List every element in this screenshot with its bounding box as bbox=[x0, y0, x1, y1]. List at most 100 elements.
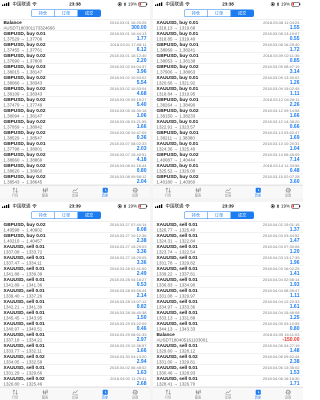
segment-1[interactable]: 订单 bbox=[54, 10, 77, 17]
history-row[interactable]: XAUUSD, buy 0.01 2018.03.13 10:20:31 1324.… bbox=[153, 141, 303, 152]
tab-chart[interactable]: 图表 bbox=[30, 388, 60, 400]
tab-quotes[interactable]: 行情 bbox=[0, 388, 30, 400]
history-row[interactable]: GBPUSD, buy 0.01 2018.03.27 10:12:36 1.402… bbox=[0, 233, 150, 244]
history-row[interactable]: XAUUSD, sell 0.01 2018.04.06 16:18:30 1328… bbox=[153, 376, 303, 387]
history-row[interactable]: XAUUSD, buy 0.01 2018.03.08 13:19:07 1318.… bbox=[153, 31, 303, 42]
tab-history[interactable]: 历史 bbox=[243, 388, 273, 400]
segment-1[interactable]: 订单 bbox=[207, 10, 230, 17]
history-row[interactable]: GBPUSD, buy 0.01 2018.03.13 03:52:47 1.382… bbox=[153, 130, 303, 141]
tab-chart[interactable]: 图表 bbox=[183, 388, 213, 400]
history-row[interactable]: GBPUSD, buy 0.01 2018.03.01 16:44:13 1.375… bbox=[0, 31, 150, 42]
deal-profit: 1.66 bbox=[136, 124, 147, 130]
history-row[interactable]: GBPUSD, buy 0.02 2018.03.27 07:44:14 1.405… bbox=[0, 222, 150, 233]
tab-trade[interactable]: 交易 bbox=[60, 388, 90, 400]
history-row[interactable]: GBPUSD, buy 0.02 2018.03.05 09:15:27 1.374… bbox=[0, 97, 150, 108]
deal-prices: 1.38069 → 1.38241 bbox=[156, 47, 196, 53]
tab-trade[interactable]: 交易 bbox=[213, 186, 243, 199]
tab-quotes[interactable]: 行情 bbox=[153, 388, 183, 400]
history-row[interactable]: XAUUSD, sell 0.01 2018.03.28 04:18:27 1341… bbox=[0, 277, 150, 288]
history-row[interactable]: XAUUSD, sell 0.01 2018.04.02 06:48:02 1331… bbox=[0, 365, 150, 376]
tab-history[interactable]: 历史 bbox=[90, 186, 120, 199]
history-row[interactable]: XAUUSD, sell 0.01 2018.04.04 12:20:33 1334… bbox=[153, 299, 303, 310]
history-row[interactable]: XAUUSD, sell 0.01 2018.04.06 13:35:02 1330… bbox=[153, 365, 303, 376]
tab-trade[interactable]: 交易 bbox=[213, 388, 243, 400]
history-row[interactable]: XAUUSD, sell 0.01 2018.04.05 03:10:55 1344… bbox=[153, 321, 303, 332]
history-row[interactable]: GBPUSD, buy 0.02 2018.03.06 03:21:55 1.379… bbox=[0, 119, 150, 130]
history-row[interactable]: GBPUSD, buy 0.02 2018.03.05 16:30:18 1.380… bbox=[0, 108, 150, 119]
history-list: XAUUSD, sell 0.01 2018.04.02 15:01:18 1326… bbox=[153, 221, 303, 388]
history-row[interactable]: XAUUSD, buy 0.01 2018.03.12 14:38:20 1322.… bbox=[153, 119, 303, 130]
tab-settings[interactable]: 设置 bbox=[120, 186, 150, 199]
tab-history[interactable]: 历史 bbox=[90, 388, 120, 400]
history-row[interactable]: XAUUSD, buy 0.01 2018.03.09 15:02:45 1318.… bbox=[153, 86, 303, 97]
tab-history[interactable]: 历史 bbox=[243, 186, 273, 199]
history-row[interactable]: GBPUSD, buy 0.01 2018.03.07 08:02:33 1.377… bbox=[0, 141, 150, 152]
history-row[interactable]: Balance 2018.04.05 16:11:03 AUSDT180405161… bbox=[153, 332, 303, 343]
history-row[interactable]: GBPUSD, buy 0.02 2018.03.09 08:47:19 1.379… bbox=[153, 64, 303, 75]
history-row[interactable]: XAUUSD, sell 0.02 2018.04.02 11:25:41 1326… bbox=[0, 376, 150, 387]
tab-settings[interactable]: 设置 bbox=[273, 186, 303, 199]
history-row[interactable]: GBPUSD, buy 0.02 2018.03.12 09:14:58 1.381… bbox=[153, 108, 303, 119]
history-row[interactable]: GBPUSD, buy 0.02 2018.03.14 06:45:09 1.400… bbox=[153, 152, 303, 163]
tab-trade[interactable]: 交易 bbox=[60, 186, 90, 199]
segment-1[interactable]: 订单 bbox=[54, 212, 77, 219]
tab-settings[interactable]: 设置 bbox=[273, 388, 303, 400]
history-row[interactable]: GBPUSD, buy 0.01 2018.03.09 02:11:36 1.380… bbox=[153, 53, 303, 64]
segment-2[interactable]: 成交 bbox=[230, 10, 254, 17]
history-row[interactable]: XAUUSD, sell 0.01 2018.04.03 16:02:25 1339… bbox=[153, 266, 303, 277]
segment-2[interactable]: 成交 bbox=[77, 212, 101, 219]
history-row[interactable]: XAUUSD, sell 0.01 2018.04.06 04:27:19 1329… bbox=[153, 343, 303, 354]
chart-icon bbox=[42, 187, 49, 194]
history-row[interactable]: GBPUSD, buy 0.02 2018.03.02 10:53:04 1.381… bbox=[0, 86, 150, 97]
history-row[interactable]: GBPUSD, buy 0.02 2018.03.07 15:40:51 1.386… bbox=[0, 152, 150, 163]
history-row[interactable]: XAUUSD, sell 0.01 2018.03.28 13:07:12 1342… bbox=[0, 299, 150, 310]
history-row[interactable]: XAUUSD, sell 0.02 2018.04.06 09:52:44 1331… bbox=[153, 354, 303, 365]
segment-0[interactable]: 持仓 bbox=[32, 212, 55, 219]
history-row[interactable]: XAUUSD, sell 0.01 2018.04.04 02:58:14 1336… bbox=[153, 277, 303, 288]
history-row[interactable]: XAUUSD, buy 0.01 2018.03.14 11:33:56 1325.… bbox=[153, 163, 303, 174]
history-row[interactable]: XAUUSD, sell 0.01 2018.04.03 03:44:52 1324… bbox=[153, 233, 303, 244]
history-row[interactable]: XAUUSD, buy 0.01 2018.03.08 11:04:24 1318.… bbox=[153, 20, 303, 31]
history-row[interactable]: XAUUSD, sell 0.01 2018.03.27 15:29:05 1337… bbox=[0, 255, 150, 266]
history-row[interactable]: XAUUSD, sell 0.01 2018.04.04 08:39:47 1331… bbox=[153, 288, 303, 299]
history-row[interactable]: XAUUSD, sell 0.01 2018.03.28 09:55:44 1339… bbox=[0, 288, 150, 299]
history-row[interactable]: GBPUSD, buy 0.02 2018.03.01 17:08:11 1.374… bbox=[0, 42, 150, 53]
tab-settings[interactable]: 设置 bbox=[120, 388, 150, 400]
history-row[interactable]: XAUUSD, sell 0.01 2018.04.04 15:46:08 1333… bbox=[153, 310, 303, 321]
segment-0[interactable]: 持仓 bbox=[185, 10, 208, 17]
history-row[interactable]: GBPUSD, buy 0.02 2018.03.08 02:16:44 1.386… bbox=[0, 163, 150, 174]
history-row[interactable]: XAUUSD, sell 0.01 2018.03.29 12:36:57 1333… bbox=[0, 343, 150, 354]
tab-quotes[interactable]: 行情 bbox=[153, 186, 183, 199]
segment-1[interactable]: 订单 bbox=[207, 212, 230, 219]
history-row[interactable]: XAUUSD, sell 0.01 2018.03.28 16:40:38 1345… bbox=[0, 310, 150, 321]
tab-chart[interactable]: 图表 bbox=[30, 186, 60, 199]
history-row[interactable]: XAUUSD, sell 0.01 2018.03.29 03:22:09 1340… bbox=[0, 321, 150, 332]
history-row[interactable]: XAUUSD, sell 0.01 2018.03.28 02:41:50 1341… bbox=[0, 266, 150, 277]
battery-icon bbox=[291, 1, 301, 7]
segment-2[interactable]: 成交 bbox=[230, 212, 254, 219]
tab-label: 交易 bbox=[71, 194, 79, 198]
history-row[interactable]: GBPUSD, buy 0.02 2018.03.08 09:58:12 1.385… bbox=[0, 174, 150, 185]
history-row[interactable]: GBPUSD, buy 0.02 2018.03.06 10:47:09 1.385… bbox=[0, 130, 150, 141]
history-row[interactable]: GBPUSD, buy 0.02 2018.03.02 10:53:02 1.380… bbox=[0, 75, 150, 86]
history-row[interactable]: XAUUSD, sell 0.01 2018.04.03 07:30:06 1323… bbox=[153, 244, 303, 255]
history-row[interactable]: GBPUSD, buy 0.02 2018.03.01 18:12:40 1.376… bbox=[0, 53, 150, 64]
tab-quotes[interactable]: 行情 bbox=[0, 186, 30, 199]
history-row[interactable]: XAUUSD, sell 0.02 2018.03.30 04:13:20 1334… bbox=[0, 354, 150, 365]
tab-chart[interactable]: 图表 bbox=[183, 186, 213, 199]
history-row[interactable]: XAUUSD, sell 0.01 2018.04.03 13:17:39 1331… bbox=[153, 255, 303, 266]
deal-profit: 1.20 bbox=[289, 249, 300, 255]
history-row[interactable]: Balance 2018.03.01 16:20:25 AUSDT180301173… bbox=[0, 20, 150, 31]
deal-profit: 0.85 bbox=[289, 58, 300, 64]
history-row[interactable]: XAUUSD, sell 0.01 2018.03.29 08:51:33 1337… bbox=[0, 332, 150, 343]
history-row[interactable]: GBPUSD, buy 0.01 2018.03.08 16:25:40 1.380… bbox=[153, 42, 303, 53]
history-row[interactable]: GBPUSD, buy 0.02 2018.03.15 02:07:28 1.401… bbox=[153, 174, 303, 185]
history-row[interactable]: GBPUSD, buy 0.01 2018.03.12 04:26:11 1.382… bbox=[153, 97, 303, 108]
history-row[interactable]: XAUUSD, sell 0.01 2018.04.02 15:01:18 1326… bbox=[153, 222, 303, 233]
segment-0[interactable]: 持仓 bbox=[32, 10, 55, 17]
segment-2[interactable]: 成交 bbox=[77, 10, 101, 17]
segment-0[interactable]: 持仓 bbox=[185, 212, 208, 219]
history-row[interactable]: GBPUSD, buy 0.03 2018.03.02 04:04:37 1.380… bbox=[0, 64, 150, 75]
history-row[interactable]: XAUUSD, buy 0.01 2018.03.09 13:30:02 1320.… bbox=[153, 75, 303, 86]
history-row[interactable]: XAUUSD, sell 0.01 2018.03.27 15:29:03 1337… bbox=[0, 244, 150, 255]
